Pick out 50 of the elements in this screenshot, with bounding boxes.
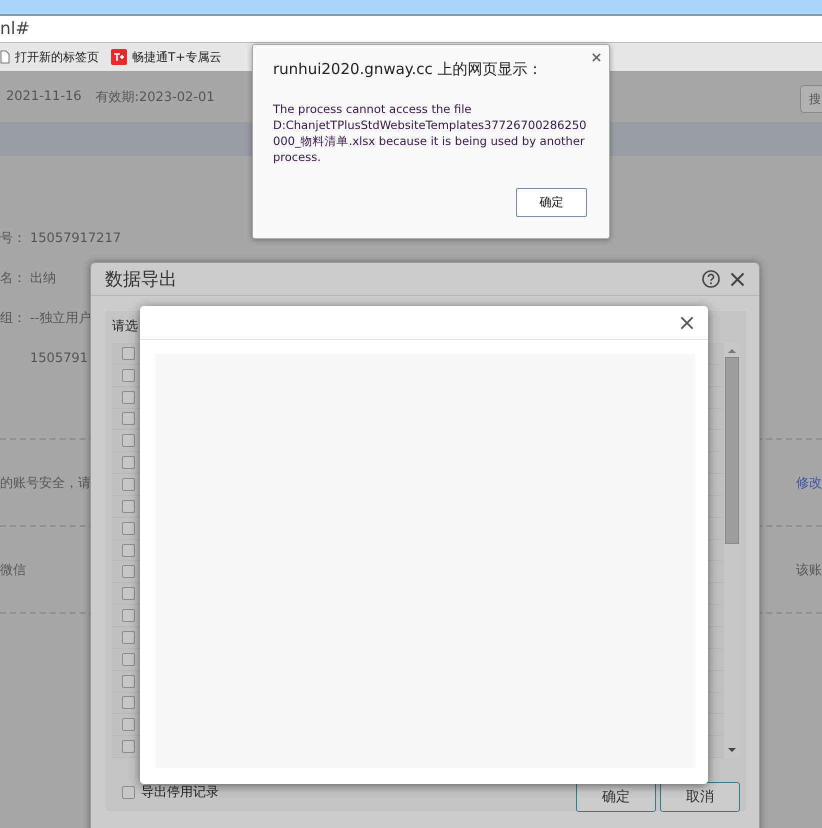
bookmark-link[interactable]: 畅捷通T+专属云 <box>111 48 222 66</box>
prompt-text: 请选 <box>112 318 138 336</box>
checkbox[interactable] <box>122 652 135 666</box>
notice-text: 的账号安全，请 <box>0 474 91 492</box>
field-label: 名： <box>0 270 27 287</box>
checkbox[interactable] <box>122 346 135 360</box>
checkbox[interactable] <box>122 412 135 426</box>
checkbox[interactable] <box>122 544 135 557</box>
bookmark-link[interactable]: 打开新的标签页 <box>0 48 99 66</box>
scroll-down-icon[interactable] <box>728 746 736 754</box>
close-icon <box>680 316 694 330</box>
checkbox[interactable] <box>122 456 135 470</box>
close-icon <box>730 272 745 286</box>
checkbox[interactable] <box>122 434 135 448</box>
checkbox[interactable] <box>122 500 135 513</box>
field-value: 1505791 <box>30 350 88 366</box>
dialog-title: 数据导出 <box>105 268 178 291</box>
checkbox[interactable] <box>122 368 135 382</box>
field-label: 组： <box>0 310 27 327</box>
checkbox[interactable] <box>122 390 135 404</box>
checkbox[interactable] <box>122 674 135 688</box>
page-icon <box>0 50 10 64</box>
close-icon <box>592 53 601 62</box>
checkbox[interactable] <box>122 478 135 491</box>
checkbox[interactable] <box>122 740 135 754</box>
checkbox[interactable] <box>122 587 135 600</box>
ok-button[interactable]: 确定 <box>516 188 587 217</box>
field-value: 15057917217 <box>30 230 121 246</box>
checkbox[interactable] <box>122 786 135 798</box>
notice-text: 微信 <box>0 562 26 578</box>
scroll-up-icon[interactable] <box>728 347 736 355</box>
close-button[interactable] <box>592 53 601 62</box>
checkbox[interactable] <box>122 696 135 710</box>
field-label: 号： <box>0 230 27 247</box>
help-icon[interactable] <box>702 270 720 288</box>
checkbox[interactable] <box>122 630 135 644</box>
dialog-button[interactable]: 取消 <box>660 782 740 812</box>
field-value: 出纳 <box>30 270 56 287</box>
alert-title: runhui2020.gnway.cc 上的网页显示： <box>273 60 544 79</box>
date-text: 2021-11-16 <box>6 89 82 104</box>
checkbox[interactable] <box>122 609 135 622</box>
checkbox[interactable] <box>122 565 135 578</box>
expiry-text: 有效期:2023-02-01 <box>96 88 214 106</box>
dialog-button[interactable]: 确定 <box>576 782 656 812</box>
option-label[interactable]: 导出停用记录 <box>112 783 219 801</box>
brand-logo-icon <box>111 49 127 65</box>
checkbox[interactable] <box>122 718 135 732</box>
checkbox[interactable] <box>122 522 135 535</box>
alert-message: The process cannot access the file D:ChanjetTPlusStdWebsiteTemplates37726700286250000_物料清单.xlsx because it is being used by another process. <box>273 101 588 165</box>
address-text[interactable]: nl# <box>0 19 30 39</box>
